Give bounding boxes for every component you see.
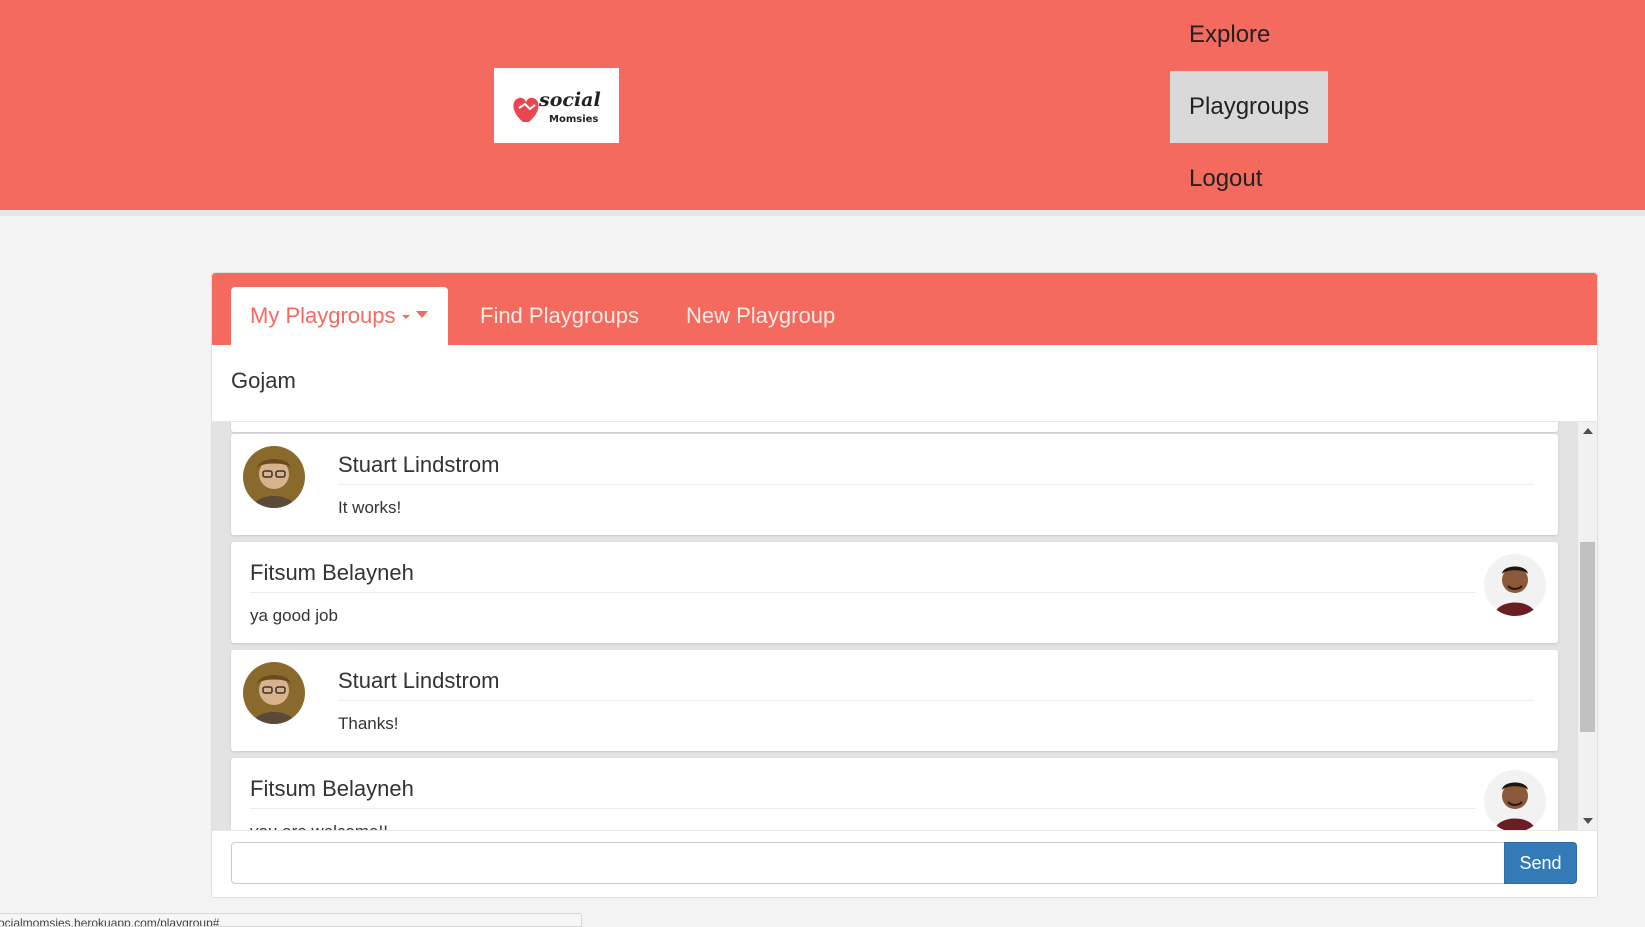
panel-tab-bar: My Playgroups Find Playgroups New Playgr… xyxy=(212,273,1597,345)
playgroup-panel: My Playgroups Find Playgroups New Playgr… xyxy=(211,272,1598,898)
send-button[interactable]: Send xyxy=(1504,842,1577,884)
message-divider xyxy=(338,484,1534,485)
tab-find-playgroups[interactable]: Find Playgroups xyxy=(461,287,658,345)
logo[interactable]: social Momsies xyxy=(494,68,619,143)
message-text: It works! xyxy=(338,498,402,517)
scrollbar-thumb[interactable] xyxy=(1580,542,1595,732)
message-author: Stuart Lindstrom xyxy=(338,452,500,477)
message-item: Stuart Lindstrom Thanks! xyxy=(231,650,1558,751)
message-author: Stuart Lindstrom xyxy=(338,668,500,693)
avatar-stuart-lindstrom xyxy=(243,446,305,508)
top-navbar: social Momsies Explore Playgroups Logout xyxy=(0,0,1645,216)
heart-hands-icon: social Momsies xyxy=(512,89,601,125)
message-divider xyxy=(250,808,1476,809)
message-author: Fitsum Belayneh xyxy=(250,560,414,585)
nav-logout[interactable]: Logout xyxy=(1170,143,1281,215)
avatar-stuart-lindstrom xyxy=(243,662,305,724)
message-item: Fitsum Belayneh you are welcome!! xyxy=(231,758,1558,830)
message-text: ya good job xyxy=(250,606,338,625)
nav-explore[interactable]: Explore xyxy=(1170,0,1289,71)
nav-playgroups[interactable]: Playgroups xyxy=(1170,71,1329,143)
message-item: Stuart Lindstrom It works! xyxy=(231,434,1558,535)
message-list-scrollbar[interactable] xyxy=(1578,422,1597,830)
status-url: socialmomsies.herokuapp.com/playgroup# xyxy=(0,916,220,927)
chevron-down-icon xyxy=(415,310,428,318)
caret-down-icon xyxy=(401,315,410,320)
scroll-down-arrow-icon[interactable] xyxy=(1583,818,1593,824)
message-divider xyxy=(338,700,1534,701)
message-list: Stuart Lindstrom It works! Fitsum Belayn… xyxy=(212,422,1578,830)
tab-my-playgroups[interactable]: My Playgroups xyxy=(231,287,448,345)
message-text: Thanks! xyxy=(338,714,399,733)
logo-momsies-text: Momsies xyxy=(549,114,598,125)
avatar-fitsum-belayneh xyxy=(1484,554,1546,616)
divider xyxy=(212,830,1597,831)
group-title: Gojam xyxy=(231,368,296,393)
message-item: Fitsum Belayneh ya good job xyxy=(231,542,1558,643)
message-item xyxy=(231,422,1558,432)
message-divider xyxy=(250,592,1476,593)
avatar-fitsum-belayneh xyxy=(1484,770,1546,830)
tab-new-playgroup[interactable]: New Playgroup xyxy=(667,287,854,345)
message-input[interactable] xyxy=(231,842,1505,884)
scroll-up-arrow-icon[interactable] xyxy=(1583,428,1593,434)
tab-my-playgroups-label: My Playgroups xyxy=(250,303,396,328)
message-author: Fitsum Belayneh xyxy=(250,776,414,801)
logo-social-text: social xyxy=(538,89,601,111)
message-text: you are welcome!! xyxy=(250,822,388,830)
